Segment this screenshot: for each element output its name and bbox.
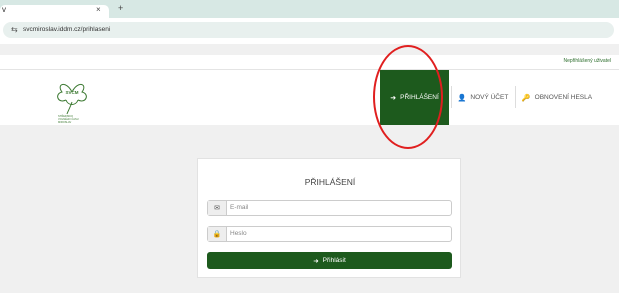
sign-in-icon: ➜ (313, 257, 319, 265)
browser-toolbar: ⇆ svcmiroslav.iddm.cz/prihlaseni (0, 18, 619, 44)
logo-line-3: MIROSLAV (58, 120, 71, 124)
nav-register-label: NOVÝ ÚČET (470, 94, 509, 101)
site-header: SVČM STŘEDISKO VOLNÉHO ČASU MIROSLAV ➜ P… (0, 70, 619, 125)
form-title: PŘIHLÁŠENÍ (304, 177, 356, 187)
email-field[interactable]: ✉ (207, 200, 452, 216)
nav-reset-label: OBNOVENÍ HESLA (534, 94, 593, 101)
address-bar-url: svcmiroslav.iddm.cz/prihlaseni (23, 26, 111, 33)
browser-tab[interactable]: v × (0, 5, 109, 18)
user-status-text: Nepřihlášený uživatel (563, 58, 611, 64)
svcm-logo[interactable]: SVČM STŘEDISKO VOLNÉHO ČASU MIROSLAV (52, 78, 92, 124)
address-bar[interactable]: ⇆ svcmiroslav.iddm.cz/prihlaseni (3, 22, 614, 38)
password-input[interactable] (230, 228, 445, 239)
tune-icon[interactable]: ⇆ (11, 25, 18, 34)
nav-register[interactable]: 👤 NOVÝ ÚČET (452, 70, 514, 125)
login-button-label: Přihlásit (322, 257, 346, 264)
nav-password-reset[interactable]: 🔑 OBNOVENÍ HESLA (516, 70, 598, 125)
tab-title: v (2, 5, 6, 14)
browser-tab-strip: v × + (0, 0, 619, 18)
login-form: PŘIHLÁŠENÍ ✉ 🔒 ➜ Přihlásit (197, 158, 461, 278)
email-input[interactable] (230, 202, 445, 213)
envelope-icon: ✉ (208, 201, 227, 215)
password-field[interactable]: 🔒 (207, 226, 452, 242)
close-tab-icon[interactable]: × (96, 5, 101, 14)
lock-icon: 🔒 (208, 227, 227, 241)
user-status-bar: Nepřihlášený uživatel (0, 55, 619, 70)
new-tab-icon[interactable]: + (118, 3, 123, 13)
logo-letters: SVČM (65, 89, 78, 95)
red-highlight-circle (373, 45, 443, 149)
key-icon: 🔑 (521, 94, 531, 102)
login-button[interactable]: ➜ Přihlásit (207, 252, 452, 269)
user-plus-icon: 👤 (457, 94, 467, 102)
